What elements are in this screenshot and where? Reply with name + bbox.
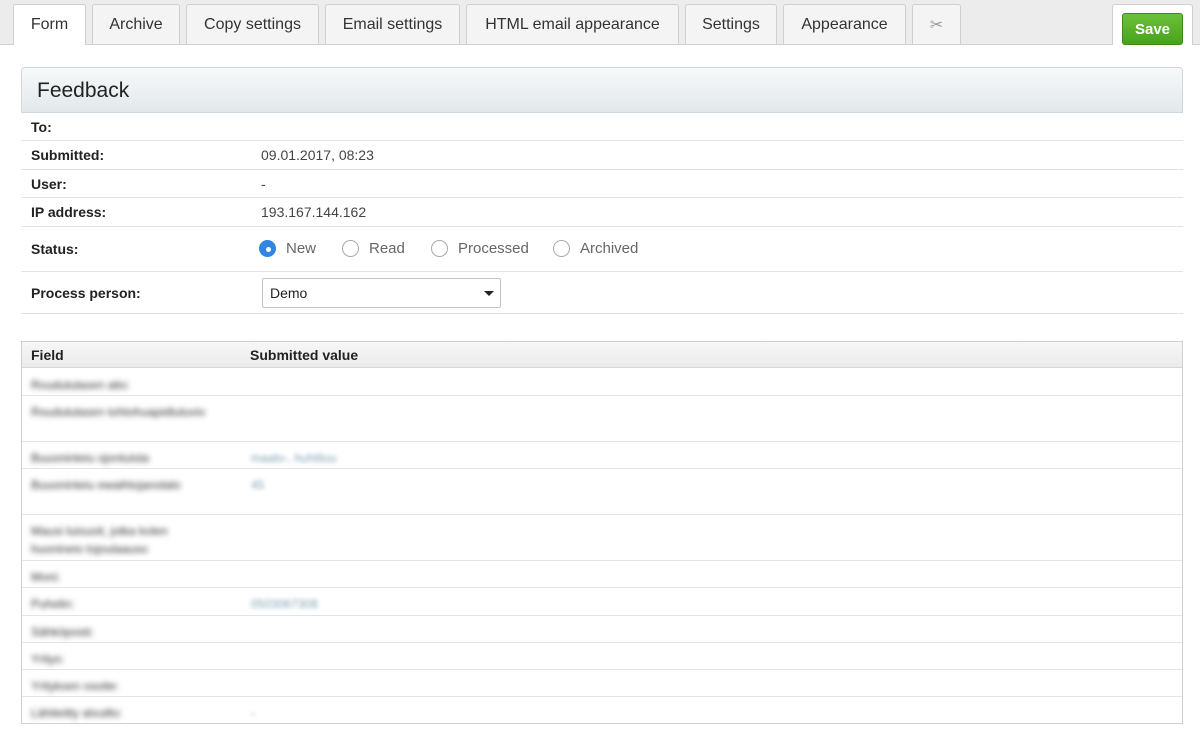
field-name: Mausi luisuoit, jotka kolen huonineio to… xyxy=(31,524,168,556)
tab-label: Email settings xyxy=(342,15,443,33)
info-row-ip: IP address: 193.167.144.162 xyxy=(21,198,1183,227)
tab-label: Copy settings xyxy=(204,15,301,33)
tab-bar: Form Archive Copy settings Email setting… xyxy=(0,0,1200,45)
field-name: Buuoninteiu ojontuista xyxy=(31,451,150,465)
table-row: Moni: xyxy=(22,561,1182,588)
tab-label: Appearance xyxy=(801,15,888,33)
column-header-field: Field xyxy=(31,347,64,363)
radio-unchecked-icon xyxy=(342,240,359,257)
tab-label: Archive xyxy=(109,15,163,33)
save-area: Save xyxy=(1112,4,1193,45)
user-label: User: xyxy=(31,176,67,192)
table-header: Field Submitted value xyxy=(22,342,1182,368)
field-value: maalo-, huhtiluu xyxy=(251,451,337,465)
info-row-submitted: Submitted: 09.01.2017, 08:23 xyxy=(21,141,1183,170)
tab-form[interactable]: Form xyxy=(13,4,86,45)
table-row: Lähiteitty alvuillo: - xyxy=(22,697,1182,723)
tab-html-email-appearance[interactable]: HTML email appearance xyxy=(466,4,679,44)
status-radio-processed[interactable]: Processed xyxy=(431,240,529,257)
status-label: Status: xyxy=(31,241,79,257)
tab-settings[interactable]: Settings xyxy=(685,4,777,44)
info-row-to: To: xyxy=(21,113,1183,141)
submitted-values-table: Field Submitted value Roudululasen alio:… xyxy=(21,341,1183,724)
table-row: Buuoninteiu ojontuista maalo-, huhtiluu xyxy=(22,442,1182,469)
process-person-value: Demo xyxy=(270,285,308,301)
field-name: Yrityksen osoite: xyxy=(31,679,120,693)
field-name: Lähiteitty alvuillo: xyxy=(31,706,123,720)
table-row: Puhelin: 0503067308 xyxy=(22,588,1182,616)
tab-label: HTML email appearance xyxy=(485,15,660,33)
tab-more[interactable]: ✂ xyxy=(912,4,961,44)
tab-appearance[interactable]: Appearance xyxy=(783,4,906,44)
process-person-label: Process person: xyxy=(31,285,141,301)
ip-label: IP address: xyxy=(31,204,107,220)
radio-unchecked-icon xyxy=(431,240,448,257)
field-name: Buuoninteiu ewaihtojanolalo xyxy=(31,478,181,492)
radio-unchecked-icon xyxy=(553,240,570,257)
tab-copy-settings[interactable]: Copy settings xyxy=(186,4,319,44)
radio-label: New xyxy=(286,240,317,257)
field-name: Yritys: xyxy=(31,652,65,666)
table-row: Yrityksen osoite: xyxy=(22,670,1182,697)
table-row: Roudululasen alio: xyxy=(22,369,1182,396)
field-name: Puhelin: xyxy=(31,597,75,611)
field-name: Roudululasen tohtohuapidtuluvio xyxy=(31,405,206,419)
field-name: Sähköposti: xyxy=(31,625,94,639)
status-radio-read[interactable]: Read xyxy=(342,240,405,257)
radio-checked-icon xyxy=(259,240,276,257)
to-label: To: xyxy=(31,119,52,135)
tab-archive[interactable]: Archive xyxy=(92,4,180,44)
radio-label: Processed xyxy=(458,240,529,257)
radio-label: Archived xyxy=(580,240,639,257)
tab-label: Form xyxy=(30,16,69,33)
tab-email-settings[interactable]: Email settings xyxy=(325,4,460,44)
user-value: - xyxy=(261,176,266,192)
info-row-user: User: - xyxy=(21,170,1183,198)
process-person-select[interactable]: Demo xyxy=(262,278,501,308)
status-radio-new[interactable]: New xyxy=(259,240,316,257)
status-radio-archived[interactable]: Archived xyxy=(553,240,638,257)
chevron-down-icon xyxy=(484,291,494,296)
column-header-value: Submitted value xyxy=(250,347,359,363)
field-name: Moni: xyxy=(31,570,61,584)
table-row: Roudululasen tohtohuapidtuluvio xyxy=(22,396,1182,442)
info-row-process-person: Process person: Demo xyxy=(21,272,1183,314)
info-row-status: Status: New Read Processed Archived xyxy=(21,227,1183,272)
field-name: Roudululasen alio: xyxy=(31,378,130,392)
table-row: Buuoninteiu ewaihtojanolalo 45 xyxy=(22,469,1182,515)
field-value: 45 xyxy=(251,478,265,492)
tab-label: Settings xyxy=(702,15,760,33)
submitted-label: Submitted: xyxy=(31,147,105,163)
ip-value: 193.167.144.162 xyxy=(261,204,367,220)
panel-header: Feedback xyxy=(21,67,1183,113)
submitted-value: 09.01.2017, 08:23 xyxy=(261,147,374,163)
table-row: Yritys: xyxy=(22,643,1182,670)
table-row: Mausi luisuoit, jotka kolen huonineio to… xyxy=(22,515,1182,561)
field-value: 0503067308 xyxy=(251,597,318,611)
table-row: Sähköposti: xyxy=(22,616,1182,643)
page-title: Feedback xyxy=(37,79,130,102)
radio-label: Read xyxy=(369,240,405,257)
save-button[interactable]: Save xyxy=(1122,13,1183,45)
field-value: - xyxy=(251,706,255,720)
scissors-icon: ✂ xyxy=(929,16,944,34)
